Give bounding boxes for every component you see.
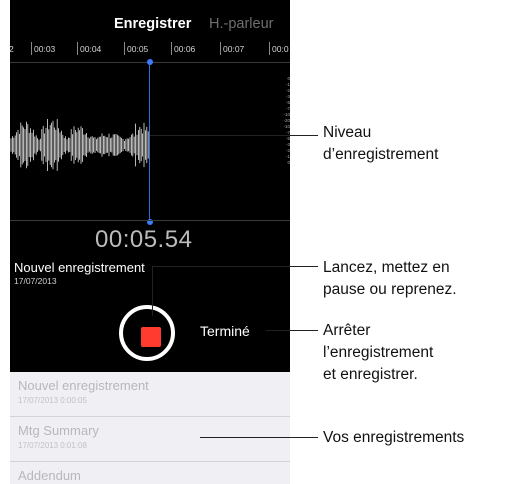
callout-recordings: Vos enregistrements <box>323 427 464 449</box>
waveform-divider <box>10 220 290 221</box>
waveform <box>10 119 149 171</box>
level-mark: 0 <box>287 160 290 165</box>
callout-line: Arrêter <box>323 322 371 339</box>
recording-date: 17/07/2013 <box>14 276 57 286</box>
recording-name[interactable]: Nouvel enregistrement <box>14 260 145 275</box>
callout-line: l’enregistrement <box>323 344 434 361</box>
time-tick: 00:06 <box>170 42 196 55</box>
callout-line: Lancez, mettez en <box>323 259 450 276</box>
mode-tabs: Enregistrer H.-parleur <box>10 16 290 36</box>
leader-line-recordings <box>200 437 318 438</box>
callout-line: et enregistrer. <box>323 366 418 383</box>
tab-speaker[interactable]: H.-parleur <box>209 16 273 32</box>
callout-line: Vos enregistrements <box>323 429 465 446</box>
list-item[interactable]: Addendum <box>10 462 290 484</box>
playhead-top-handle[interactable] <box>147 59 153 65</box>
time-tick: 2 <box>10 44 14 54</box>
recordings-list[interactable]: Nouvel enregistrement 17/07/2013 0:00:05… <box>10 372 290 484</box>
leader-line-stop <box>266 330 318 331</box>
time-ruler: 2 00:03 00:04 00:05 00:06 00:07 00:0 <box>10 42 290 58</box>
leader-line-record-drop <box>152 266 153 316</box>
callout-record: Lancez, mettez en pause ou reprenez. <box>323 257 457 301</box>
time-tick: 00:0 <box>269 42 289 55</box>
stop-icon <box>141 327 161 347</box>
time-tick: 00:05 <box>123 42 149 55</box>
callout-stop: Arrêter l’enregistrement et enregistrer. <box>323 320 433 386</box>
level-scale: 0 -1 -2 -3 -5 -7 -10 -20 -10 -7 -5 -3 -2… <box>280 76 290 166</box>
tab-record[interactable]: Enregistrer <box>114 16 191 32</box>
elapsed-time: 00:05.54 <box>95 226 193 253</box>
list-item[interactable]: Nouvel enregistrement 17/07/2013 0:00:05 <box>10 372 290 417</box>
record-button[interactable] <box>119 305 175 361</box>
voice-memos-screen: Enregistrer H.-parleur 2 00:03 00:04 00:… <box>10 0 290 484</box>
list-item-meta: 17/07/2013 0:00:05 <box>18 396 87 405</box>
list-item-title: Addendum <box>18 468 81 483</box>
time-tick: 00:03 <box>30 42 56 55</box>
leader-line-record <box>152 266 318 267</box>
list-item-title: Nouvel enregistrement <box>18 378 149 393</box>
time-tick: 00:04 <box>76 42 102 55</box>
time-tick: 00:07 <box>219 42 245 55</box>
list-item[interactable]: Mtg Summary 17/07/2013 0:01:08 <box>10 417 290 462</box>
callout-line: Niveau <box>323 124 372 141</box>
done-button[interactable]: Terminé <box>200 323 250 339</box>
list-item-meta: 17/07/2013 0:01:08 <box>18 441 87 450</box>
callout-line: pause ou reprenez. <box>323 281 457 298</box>
callout-line: d’enregistrement <box>323 146 439 163</box>
callout-level: Niveau d’enregistrement <box>323 122 438 166</box>
list-item-title: Mtg Summary <box>18 423 99 438</box>
playhead-line[interactable] <box>149 62 150 222</box>
leader-line-level <box>150 135 318 136</box>
